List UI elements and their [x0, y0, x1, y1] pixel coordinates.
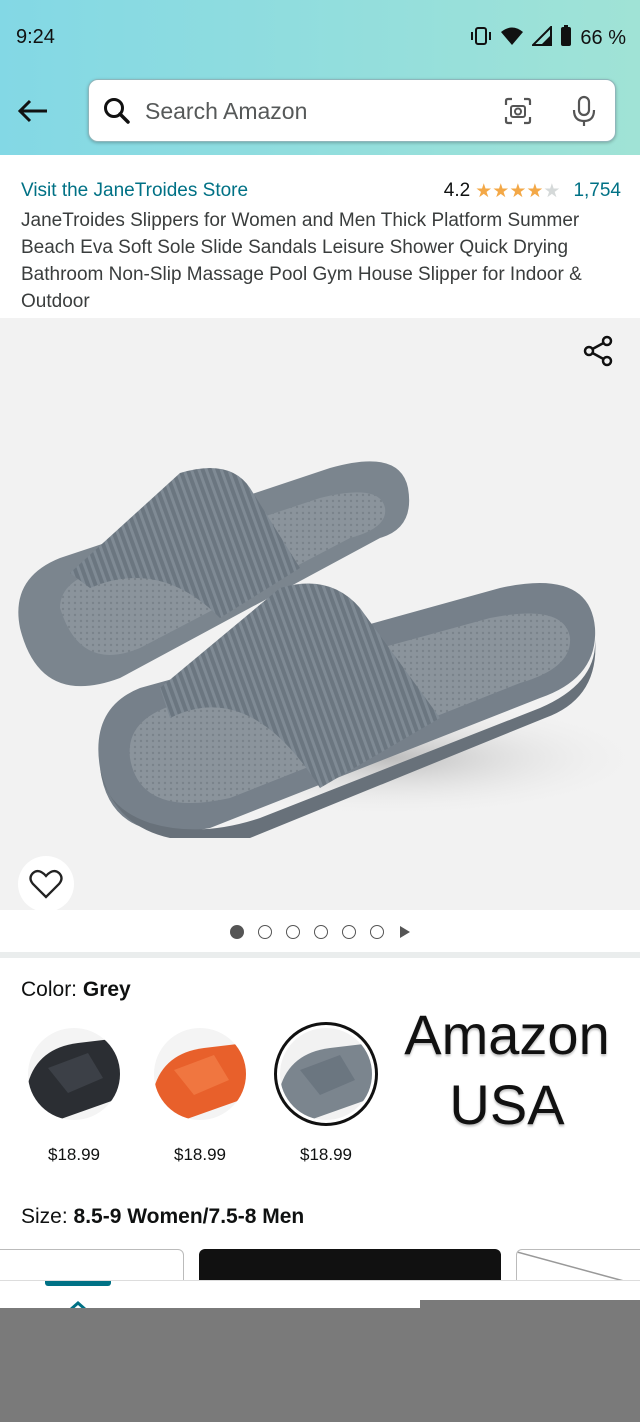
app-header: 9:24 66 % — [0, 0, 640, 155]
price-black: $18.99 — [48, 1145, 100, 1164]
swatch-image-black — [28, 1028, 120, 1120]
selected-color: Grey — [82, 978, 131, 1001]
image-pager — [0, 912, 640, 952]
swatch-image-orange — [154, 1028, 246, 1120]
color-swatch-orange[interactable] — [148, 1022, 252, 1126]
star-rating: ★ ★ ★ ★ ★ — [475, 182, 560, 201]
watermark-line-1: Amazon — [404, 1003, 610, 1066]
status-time: 9:24 — [16, 26, 55, 48]
color-label: Color: Grey — [21, 978, 131, 1002]
battery-icon — [560, 24, 572, 52]
color-label-prefix: Color: — [21, 978, 83, 1001]
pager-dot-6[interactable] — [370, 925, 384, 939]
star-icon: ★ — [509, 180, 527, 202]
product-image — [18, 461, 640, 838]
rating[interactable]: 4.2 ★ ★ ★ ★ ★ 1,754 — [444, 180, 621, 202]
search-icon[interactable] — [103, 97, 131, 130]
store-rating-row: Visit the JaneTroides Store 4.2 ★ ★ ★ ★ … — [21, 180, 621, 206]
pager-dot-1[interactable] — [230, 925, 244, 939]
store-link[interactable]: Visit the JaneTroides Store — [21, 180, 248, 202]
back-button[interactable] — [14, 92, 52, 130]
star-icon: ★ — [492, 180, 510, 202]
selected-size: 8.5-9 Women/7.5-8 Men — [73, 1205, 305, 1228]
microphone-icon[interactable] — [569, 94, 599, 133]
rating-value: 4.2 — [443, 180, 471, 201]
wishlist-button[interactable] — [18, 856, 74, 912]
swatch-image-grey — [280, 1028, 372, 1120]
system-overlay — [0, 1308, 640, 1422]
search-bar[interactable] — [88, 79, 616, 142]
size-label-prefix: Size: — [21, 1205, 74, 1228]
arrow-left-icon — [17, 99, 47, 123]
size-label: Size: 8.5-9 Women/7.5-8 Men — [21, 1205, 304, 1229]
review-count[interactable]: 1,754 — [573, 180, 621, 202]
share-button[interactable] — [580, 332, 618, 370]
play-video-icon[interactable] — [400, 926, 410, 938]
star-icon: ★ — [475, 180, 493, 202]
star-icon: ★ — [543, 180, 561, 202]
color-swatch-grey[interactable] — [274, 1022, 378, 1126]
vibrate-icon — [470, 26, 492, 51]
price-grey: $18.99 — [300, 1145, 352, 1164]
status-icons: 66 % — [470, 24, 626, 52]
pager-dot-5[interactable] — [342, 925, 356, 939]
wifi-icon — [500, 26, 524, 51]
camera-lens-icon[interactable] — [503, 96, 533, 131]
nav-active-indicator — [45, 1281, 111, 1286]
pager-dot-2[interactable] — [258, 925, 272, 939]
color-swatch-black[interactable] — [22, 1022, 126, 1126]
watermark: Amazon USA — [392, 1000, 622, 1140]
share-icon — [583, 335, 613, 367]
signal-icon — [530, 24, 553, 51]
product-image-gallery[interactable] — [0, 318, 640, 912]
heart-icon — [29, 869, 63, 899]
product-title: JaneTroides Slippers for Women and Men T… — [21, 210, 582, 312]
star-icon: ★ — [526, 180, 544, 202]
search-input[interactable] — [145, 92, 485, 130]
battery-percent: 66 % — [580, 26, 626, 49]
section-divider — [0, 952, 640, 958]
pager-dot-4[interactable] — [314, 925, 328, 939]
pager-dot-3[interactable] — [286, 925, 300, 939]
watermark-line-2: USA — [449, 1073, 565, 1136]
price-orange: $18.99 — [174, 1145, 226, 1164]
